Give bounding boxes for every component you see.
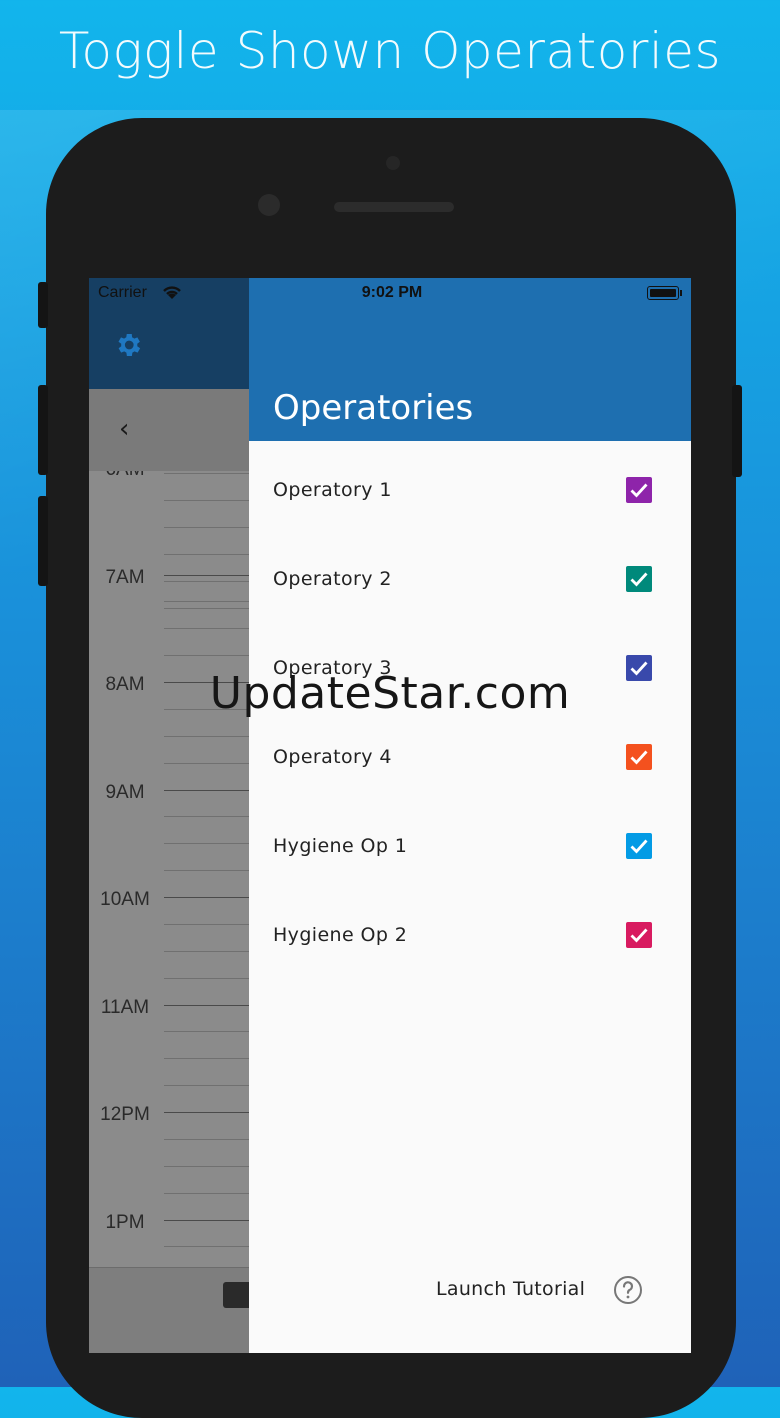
phone-speaker: [334, 202, 454, 212]
hour-label: 9AM: [105, 782, 145, 803]
timeline-gridline: [164, 581, 249, 582]
timeline-hour-line: [164, 575, 249, 576]
hour-label: 10AM: [100, 889, 150, 910]
check-icon: [630, 572, 648, 587]
timeline-gridline: [164, 1246, 249, 1247]
timeline-hour-line: [164, 790, 249, 791]
timeline-hour-line: [164, 1005, 249, 1006]
drawer-title: Operatories: [273, 388, 474, 428]
chevron-left-icon[interactable]: ‹: [119, 414, 129, 444]
phone-mute-switch: [38, 282, 48, 328]
operatory-label: Hygiene Op 1: [273, 835, 408, 857]
operatory-checkbox[interactable]: [626, 655, 652, 681]
phone-sensor: [386, 156, 400, 170]
operatory-row-2[interactable]: Operatory 2: [249, 538, 691, 627]
timeline-gridline: [164, 978, 249, 979]
operatory-label: Operatory 4: [273, 746, 392, 768]
timeline-gridline: [164, 843, 249, 844]
operatory-checkbox[interactable]: [626, 922, 652, 948]
status-time: 9:02 PM: [361, 284, 423, 301]
phone-screen: ‹ 6AM 7AM 8AM 9AM 10AM 11AM 12PM 1PM Car…: [89, 278, 691, 1353]
timeline-hour-line: [164, 1220, 249, 1221]
timeline-gridline: [164, 736, 249, 737]
operatory-label: Operatory 3: [273, 657, 392, 679]
hour-label: 11AM: [100, 997, 150, 1018]
timeline-gridline: [164, 1058, 249, 1059]
drawer-header: Operatories: [249, 278, 691, 441]
hour-label: 7AM: [105, 567, 145, 588]
help-circle-icon[interactable]: [613, 1275, 643, 1305]
operatory-row-6[interactable]: Hygiene Op 2: [249, 894, 691, 983]
timeline-gridline: [164, 870, 249, 871]
hour-label: 12PM: [100, 1104, 150, 1125]
operatory-row-3[interactable]: Operatory 3: [249, 627, 691, 716]
operatories-drawer: Operatories Operatory 1 Operatory 2 Oper…: [249, 278, 691, 1353]
timeline-gridline: [164, 1139, 249, 1140]
check-icon: [630, 661, 648, 676]
timeline-gridline: [164, 655, 249, 656]
operatory-label: Hygiene Op 2: [273, 924, 408, 946]
timeline-gridline: [164, 951, 249, 952]
timeline-gridline: [164, 527, 249, 528]
battery-icon: [647, 286, 682, 300]
operatory-label: Operatory 2: [273, 568, 392, 590]
timeline-gridline: [164, 1085, 249, 1086]
bottom-bar: [89, 1267, 249, 1353]
timeline-gridline: [164, 763, 249, 764]
timeline-gridline: [164, 500, 249, 501]
promo-title: Toggle Shown Operatories: [58, 22, 722, 80]
status-carrier: Carrier: [98, 284, 147, 301]
timeline-gridline: [164, 709, 249, 710]
timeline-gridline: [164, 628, 249, 629]
timeline-gridline: [164, 816, 249, 817]
operatory-checkbox[interactable]: [626, 833, 652, 859]
operatory-checkbox[interactable]: [626, 744, 652, 770]
launch-tutorial-button[interactable]: Launch Tutorial: [436, 1278, 585, 1300]
operatory-row-1[interactable]: Operatory 1: [249, 449, 691, 538]
timeline-hour-line: [164, 897, 249, 898]
timeline-hour-line: [164, 1112, 249, 1113]
timeline: 6AM 7AM 8AM 9AM 10AM 11AM 12PM 1PM: [89, 471, 249, 1267]
hour-label: 8AM: [105, 674, 145, 695]
wifi-icon: [163, 286, 181, 299]
timeline-gridline: [164, 608, 249, 609]
timeline-gridline: [164, 1166, 249, 1167]
underlying-calendar-view: ‹ 6AM 7AM 8AM 9AM 10AM 11AM 12PM 1PM: [89, 278, 249, 1353]
hour-label: 6AM: [89, 471, 161, 481]
operatory-checkbox[interactable]: [626, 566, 652, 592]
hour-label: 1PM: [105, 1212, 145, 1233]
timeline-gridline: [164, 924, 249, 925]
check-icon: [630, 928, 648, 943]
phone-volume-down: [38, 496, 48, 586]
check-icon: [630, 483, 648, 498]
operatory-label: Operatory 1: [273, 479, 392, 501]
operatory-checkbox[interactable]: [626, 477, 652, 503]
timeline-gridline: [164, 1031, 249, 1032]
timeline-gridline: [164, 1193, 249, 1194]
timeline-gridline: [164, 473, 249, 474]
operatory-row-5[interactable]: Hygiene Op 1: [249, 805, 691, 894]
timeline-gridline: [164, 601, 249, 602]
phone-volume-up: [38, 385, 48, 475]
check-icon: [630, 839, 648, 854]
operatory-row-4[interactable]: Operatory 4: [249, 716, 691, 805]
timeline-gridline: [164, 554, 249, 555]
phone-power-button: [732, 385, 742, 477]
gear-icon[interactable]: [113, 330, 143, 360]
date-toolbar: [89, 389, 249, 471]
timeline-hour-line: [164, 682, 249, 683]
phone-camera: [258, 194, 280, 216]
check-icon: [630, 750, 648, 765]
